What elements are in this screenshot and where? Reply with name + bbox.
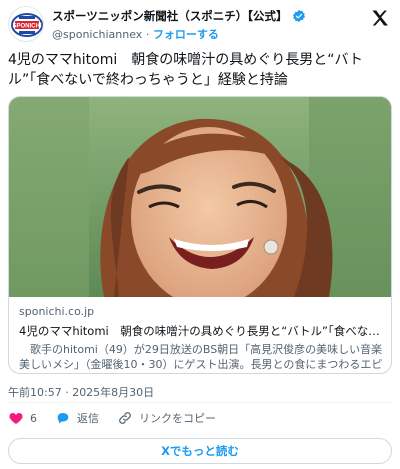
account-name[interactable]: スポーツニッポン新聞社（スポニチ）【公式】	[52, 8, 288, 24]
reply-button[interactable]: 返信	[55, 410, 99, 426]
like-button[interactable]: 6	[8, 410, 37, 426]
copy-link-label: リンクをコピー	[139, 412, 216, 425]
avatar[interactable]: SPONICHI	[8, 6, 44, 42]
read-more-button[interactable]: Xでもっと読む	[8, 438, 392, 464]
timestamp[interactable]: 午前10:57 · 2025年8月30日	[8, 384, 154, 400]
verified-badge-icon	[292, 9, 305, 23]
link-meta: sponichi.co.jp 4児のママhitomi 朝食の味噌汁の具めぐり長男…	[19, 305, 383, 372]
link-preview-card[interactable]: sponichi.co.jp 4児のママhitomi 朝食の味噌汁の具めぐり長男…	[8, 96, 392, 374]
tweet-text: 4児のママhitomi 朝食の味噌汁の具めぐり長男と“バトル”「食べないで終わっ…	[8, 52, 363, 88]
tweet-card: SPONICHI スポーツニッポン新聞社（スポニチ）【公式】 @sponichi…	[0, 0, 400, 469]
article-photo	[9, 97, 391, 297]
link-title[interactable]: 4児のママhitomi 朝食の味噌汁の具めぐり長男と“バトル”「食べないで終わっ…	[19, 323, 383, 339]
like-count: 6	[30, 411, 37, 425]
handle-separator: ·	[142, 28, 153, 41]
reply-icon	[57, 413, 69, 424]
sponichi-logo-icon: SPONICHI	[11, 13, 43, 37]
account-handle[interactable]: @sponichiannex	[52, 28, 142, 41]
heart-icon	[9, 413, 23, 424]
handle-row: @sponichiannex · フォローする	[52, 26, 219, 42]
link-domain: sponichi.co.jp	[19, 305, 95, 318]
action-bar: 6 返信 リンクをコピー	[8, 408, 234, 428]
link-icon	[119, 412, 131, 424]
follow-button[interactable]: フォローする	[153, 28, 219, 41]
link-description: 歌手のhitomi（49）が29日放送のBS朝日「高見沢俊彦の美味しい音楽 美し…	[19, 343, 383, 371]
copy-link-button[interactable]: リンクをコピー	[117, 410, 216, 426]
divider	[8, 402, 392, 403]
x-logo-icon[interactable]	[370, 8, 390, 28]
account-name-row: スポーツニッポン新聞社（スポニチ）【公式】	[52, 8, 306, 24]
svg-text:SPONICHI: SPONICHI	[12, 24, 41, 30]
tweet-header: SPONICHI スポーツニッポン新聞社（スポニチ）【公式】 @sponichi…	[8, 6, 392, 42]
reply-label: 返信	[77, 412, 99, 425]
